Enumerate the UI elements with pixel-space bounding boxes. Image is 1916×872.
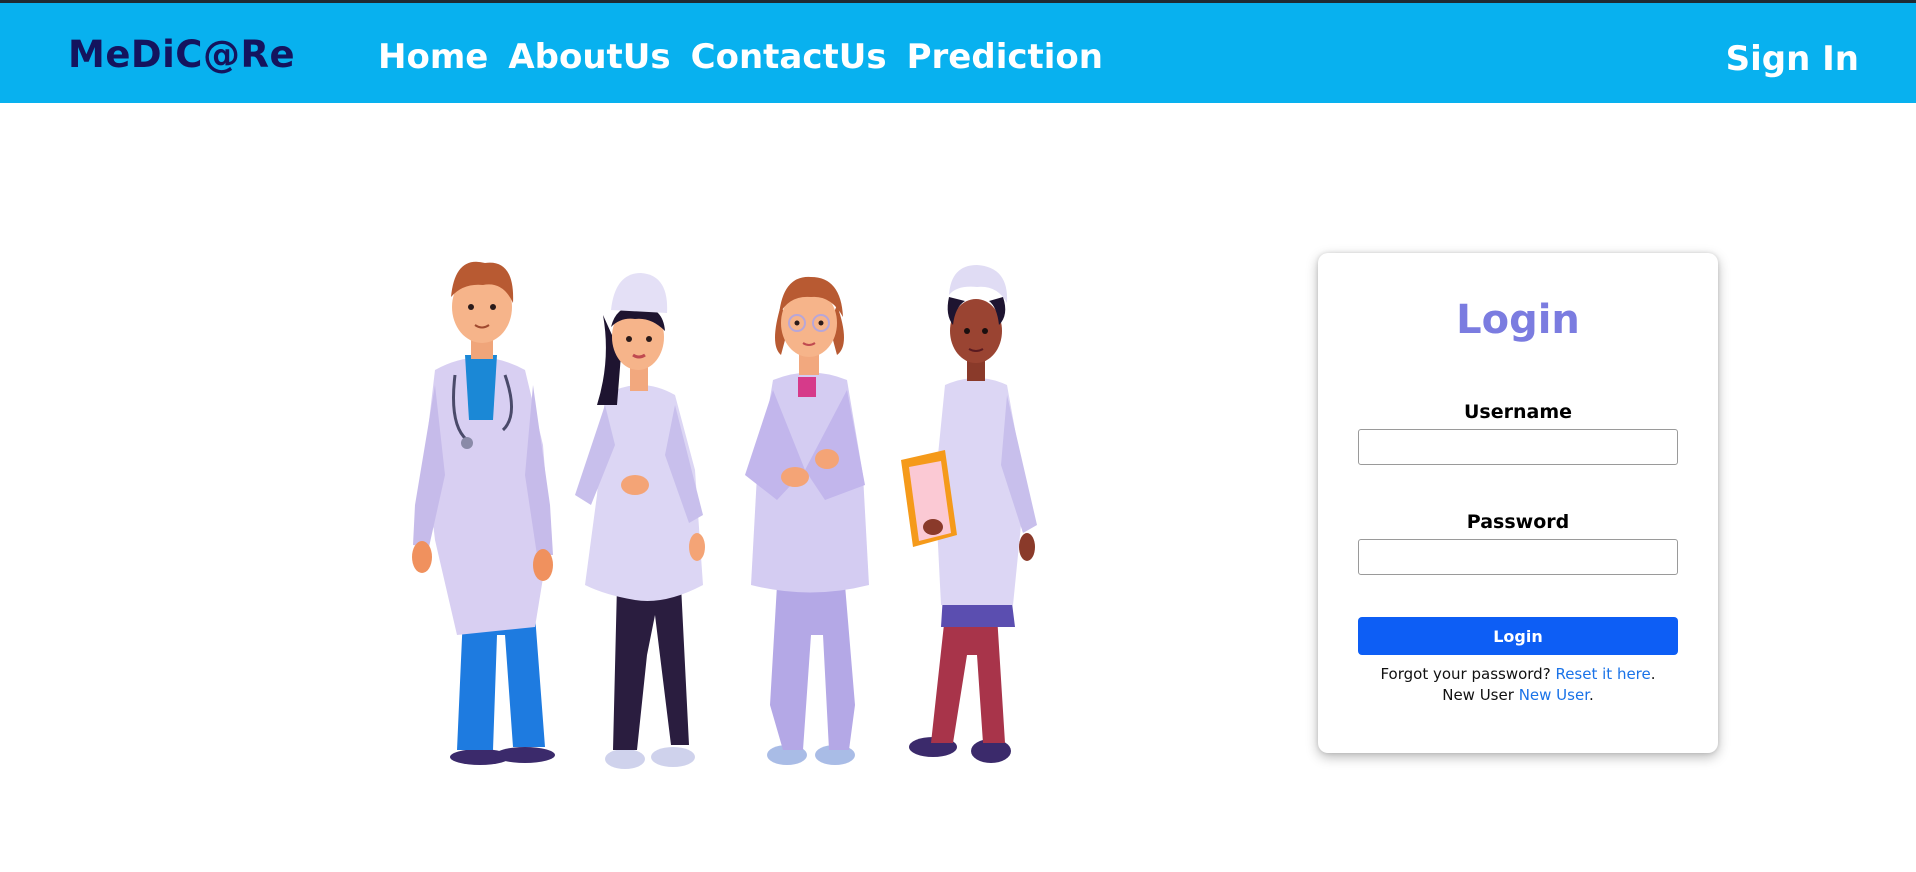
doctor-female-glasses-figure: [745, 276, 869, 765]
forgot-password-suffix: .: [1650, 665, 1656, 683]
new-user-link[interactable]: New User: [1519, 686, 1589, 704]
doctors-illustration: [385, 255, 1045, 770]
nav-aboutus-link[interactable]: AboutUs: [508, 37, 670, 77]
sign-in-link[interactable]: Sign In: [1726, 39, 1859, 79]
password-label: Password: [1466, 511, 1570, 533]
nav-prediction-link[interactable]: Prediction: [907, 37, 1103, 77]
nav-contactus-link[interactable]: ContactUs: [691, 37, 887, 77]
login-button[interactable]: Login: [1358, 617, 1678, 655]
nav-links: Home AboutUs ContactUs Prediction: [378, 37, 1103, 77]
username-input[interactable]: [1358, 429, 1678, 465]
navbar: MeDiC@Re Home AboutUs ContactUs Predicti…: [0, 3, 1916, 103]
forgot-password-line: Forgot your password? Reset it here.: [1318, 665, 1718, 683]
new-user-text: New User: [1442, 686, 1514, 704]
doctor-female-folder-figure: [901, 265, 1037, 763]
login-title: Login: [1456, 297, 1580, 343]
doctor-female-cap-figure: [575, 273, 705, 769]
new-user-suffix: .: [1589, 686, 1594, 704]
password-input[interactable]: [1358, 539, 1678, 575]
brand-logo[interactable]: MeDiC@Re: [68, 33, 295, 76]
login-card: Login Username Password Login Forgot you…: [1318, 253, 1718, 753]
username-label: Username: [1463, 401, 1573, 423]
forgot-password-text: Forgot your password?: [1380, 665, 1551, 683]
doctor-male-figure: [412, 261, 555, 765]
reset-password-link[interactable]: Reset it here: [1555, 665, 1650, 683]
new-user-line: New User New User.: [1318, 686, 1718, 704]
nav-home-link[interactable]: Home: [378, 37, 488, 77]
